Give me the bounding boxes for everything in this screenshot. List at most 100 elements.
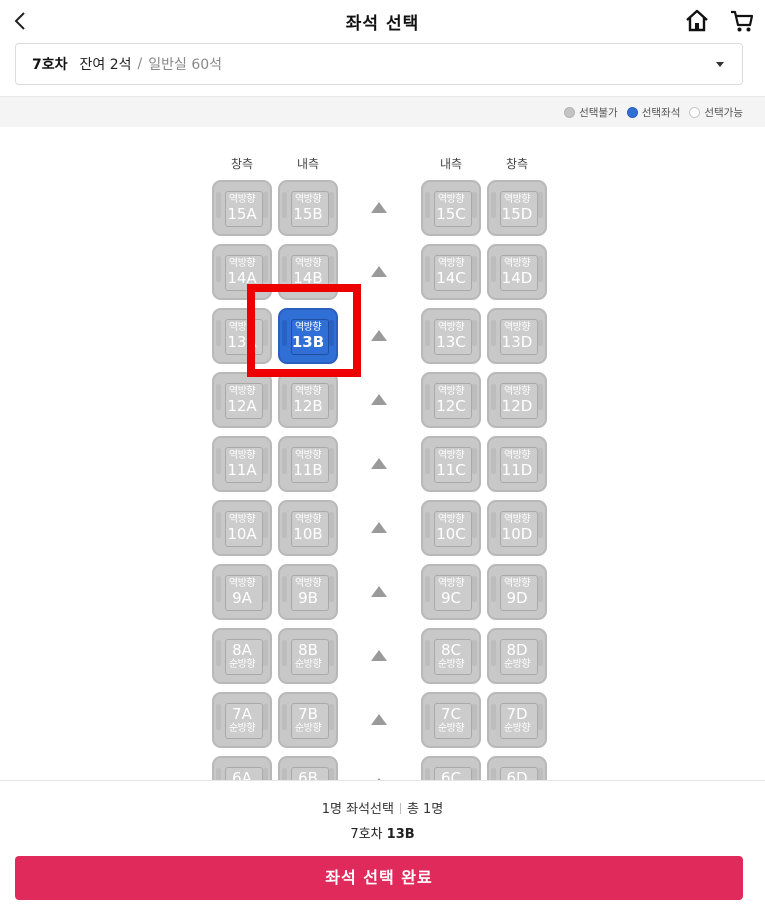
seat-10A[interactable]: 역방향 10A xyxy=(212,500,272,556)
seat-10C[interactable]: 역방향 10C xyxy=(421,500,481,556)
seat-13A[interactable]: 역방향 13A xyxy=(212,308,272,364)
seat-13D[interactable]: 역방향 13D xyxy=(487,308,547,364)
seat-6B[interactable]: 6B순방향 xyxy=(278,756,338,780)
seat-direction: 순방향 xyxy=(228,723,256,734)
seat-8C[interactable]: 8C 순방향 xyxy=(421,628,481,684)
seat-11D[interactable]: 역방향 11D xyxy=(487,436,547,492)
seat-number: 10B xyxy=(293,525,323,543)
seat-13C[interactable]: 역방향 13C xyxy=(421,308,481,364)
seat-number: 8A xyxy=(232,641,252,659)
seat-8A[interactable]: 8A 순방향 xyxy=(212,628,272,684)
seat-7C[interactable]: 7C 순방향 xyxy=(421,692,481,748)
page-title: 좌석 선택 xyxy=(345,14,420,34)
seat-text: 8A 순방향 xyxy=(212,643,272,670)
seat-number: 13B xyxy=(291,333,325,351)
seat-12B[interactable]: 역방향 12B xyxy=(278,372,338,428)
seat-number: 11D xyxy=(501,461,533,479)
seat-9D[interactable]: 역방향 9D xyxy=(487,564,547,620)
separator: / xyxy=(137,56,143,72)
seat-15B[interactable]: 역방향 15B xyxy=(278,180,338,236)
selected-seat-info: 7호차 13B xyxy=(0,823,765,842)
summary-divider xyxy=(399,803,401,814)
seat-number: 11C xyxy=(436,461,466,479)
home-button[interactable] xyxy=(684,8,710,34)
seat-12A[interactable]: 역방향 12A xyxy=(212,372,272,428)
seat-11A[interactable]: 역방향 11A xyxy=(212,436,272,492)
seat-text: 역방향 9D xyxy=(487,579,547,606)
car-number: 7호차 xyxy=(32,57,68,73)
seat-8B[interactable]: 8B 순방향 xyxy=(278,628,338,684)
seat-9B[interactable]: 역방향 9B xyxy=(278,564,338,620)
seat-15A[interactable]: 역방향 15A xyxy=(212,180,272,236)
seat-number: 13D xyxy=(501,333,533,351)
direction-arrow-icon xyxy=(371,522,387,533)
seat-direction: 역방향 xyxy=(437,322,465,333)
seat-number: 15B xyxy=(293,205,323,223)
seat-direction: 역방향 xyxy=(503,386,531,397)
seat-direction: 역방향 xyxy=(294,194,322,205)
seat-number: 15C xyxy=(436,205,466,223)
seat-12D[interactable]: 역방향 12D xyxy=(487,372,547,428)
seat-14C[interactable]: 역방향 14C xyxy=(421,244,481,300)
seat-number: 15D xyxy=(501,205,533,223)
seat-9A[interactable]: 역방향 9A xyxy=(212,564,272,620)
seat-direction: 역방향 xyxy=(437,578,465,589)
seat-9C[interactable]: 역방향 9C xyxy=(421,564,481,620)
seat-direction: 역방향 xyxy=(503,258,531,269)
seat-8D[interactable]: 8D 순방향 xyxy=(487,628,547,684)
seat-text: 역방향 9B xyxy=(278,579,338,606)
seat-7A[interactable]: 7A 순방향 xyxy=(212,692,272,748)
seat-text: 역방향 13C xyxy=(421,323,481,350)
seat-direction: 순방향 xyxy=(503,659,531,670)
available-dot-icon xyxy=(689,107,701,118)
seat-number: 12C xyxy=(436,397,466,415)
app-header: 좌석 선택 xyxy=(0,0,765,42)
total-count: 총 1명 xyxy=(406,802,444,817)
seat-15C[interactable]: 역방향 15C xyxy=(421,180,481,236)
seat-direction: 역방향 xyxy=(228,322,256,333)
seat-text: 7A 순방향 xyxy=(212,707,272,734)
seat-7B[interactable]: 7B 순방향 xyxy=(278,692,338,748)
seat-text: 역방향 15B xyxy=(278,195,338,222)
seat-10B[interactable]: 역방향 10B xyxy=(278,500,338,556)
seat-11C[interactable]: 역방향 11C xyxy=(421,436,481,492)
seat-number: 7A xyxy=(232,705,252,723)
seat-7D[interactable]: 7D 순방향 xyxy=(487,692,547,748)
legend-available: 선택가능 xyxy=(689,105,743,120)
seat-direction: 역방향 xyxy=(228,258,256,269)
seat-map[interactable]: 창측 내측 내측 창측 역방향 15A 역방향 15B 역방향 15C 역방향 15D 역방향 1… xyxy=(0,127,765,780)
seat-number: 8C xyxy=(440,641,462,659)
seat-number: 9D xyxy=(506,589,528,607)
seat-direction: 역방향 xyxy=(503,322,531,333)
seat-direction: 역방향 xyxy=(228,194,256,205)
seat-11B[interactable]: 역방향 11B xyxy=(278,436,338,492)
seat-14D[interactable]: 역방향 14D xyxy=(487,244,547,300)
seat-text: 역방향 12D xyxy=(487,387,547,414)
cart-button[interactable] xyxy=(729,8,755,34)
seat-number: 12B xyxy=(293,397,323,415)
seat-text: 역방향 15A xyxy=(212,195,272,222)
seat-6D[interactable]: 6D순방향 xyxy=(487,756,547,780)
seat-text: 역방향 13A xyxy=(212,323,272,350)
seat-text: 8D 순방향 xyxy=(487,643,547,670)
confirm-seat-button[interactable]: 좌석 선택 완료 xyxy=(15,856,743,900)
seat-number: 9B xyxy=(298,589,318,607)
seat-14A[interactable]: 역방향 14A xyxy=(212,244,272,300)
seat-12C[interactable]: 역방향 12C xyxy=(421,372,481,428)
car-selector-dropdown[interactable]: 7호차 잔여 2석 / 일반실 60석 xyxy=(15,43,743,85)
seat-text: 역방향 14C xyxy=(421,259,481,286)
seat-6A[interactable]: 6A순방향 xyxy=(212,756,272,780)
seat-10D[interactable]: 역방향 10D xyxy=(487,500,547,556)
seat-direction: 역방향 xyxy=(294,322,322,333)
seat-15D[interactable]: 역방향 15D xyxy=(487,180,547,236)
seat-13B[interactable]: 역방향 13B xyxy=(278,308,338,364)
seat-14B[interactable]: 역방향 14B xyxy=(278,244,338,300)
seat-direction: 역방향 xyxy=(228,450,256,461)
seat-text: 8C 순방향 xyxy=(421,643,481,670)
seat-text: 역방향 11B xyxy=(278,451,338,478)
seat-number: 9A xyxy=(232,589,252,607)
seat-direction: 역방향 xyxy=(503,514,531,525)
seat-6C[interactable]: 6C순방향 xyxy=(421,756,481,780)
seat-text: 역방향 15D xyxy=(487,195,547,222)
seat-direction: 역방향 xyxy=(294,450,322,461)
